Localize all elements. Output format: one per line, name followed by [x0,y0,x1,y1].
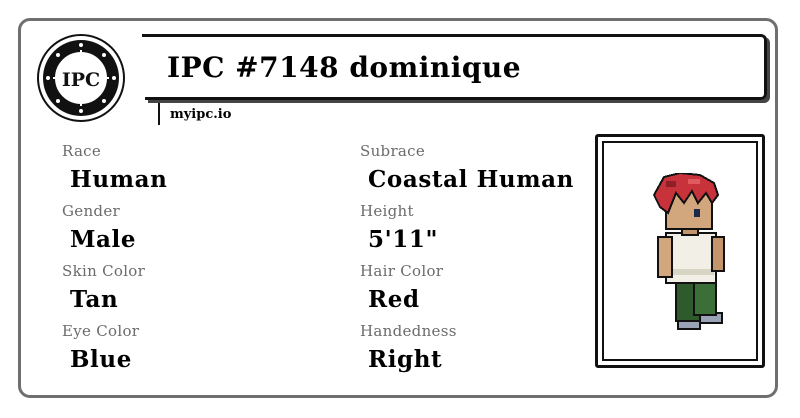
eye-color-label: Eye Color [62,322,140,340]
title-box: IPC #7148 dominique [142,34,767,100]
subrace-value: Coastal Human [368,166,574,193]
race-value: Human [70,166,168,193]
gender-value: Male [70,226,137,253]
handedness-value: Right [368,346,443,373]
height-value: 5'11" [368,226,439,253]
logo-text: IPC [62,69,100,91]
portrait-inner-frame [602,141,758,361]
title-divider [158,103,160,125]
skin-color-label: Skin Color [62,262,146,280]
portrait-frame [595,134,765,368]
character-sprite-icon [652,173,725,330]
skin-color-value: Tan [70,286,119,313]
height-label: Height [360,202,414,220]
gender-label: Gender [62,202,120,220]
page-title: IPC #7148 dominique [167,51,522,84]
eye-color-value: Blue [70,346,132,373]
hair-color-label: Hair Color [360,262,444,280]
ipc-logo-icon: IPC [37,34,125,122]
site-label: myipc.io [170,107,232,122]
handedness-label: Handedness [360,322,457,340]
hair-color-value: Red [368,286,420,313]
subrace-label: Subrace [360,142,426,160]
race-label: Race [62,142,102,160]
